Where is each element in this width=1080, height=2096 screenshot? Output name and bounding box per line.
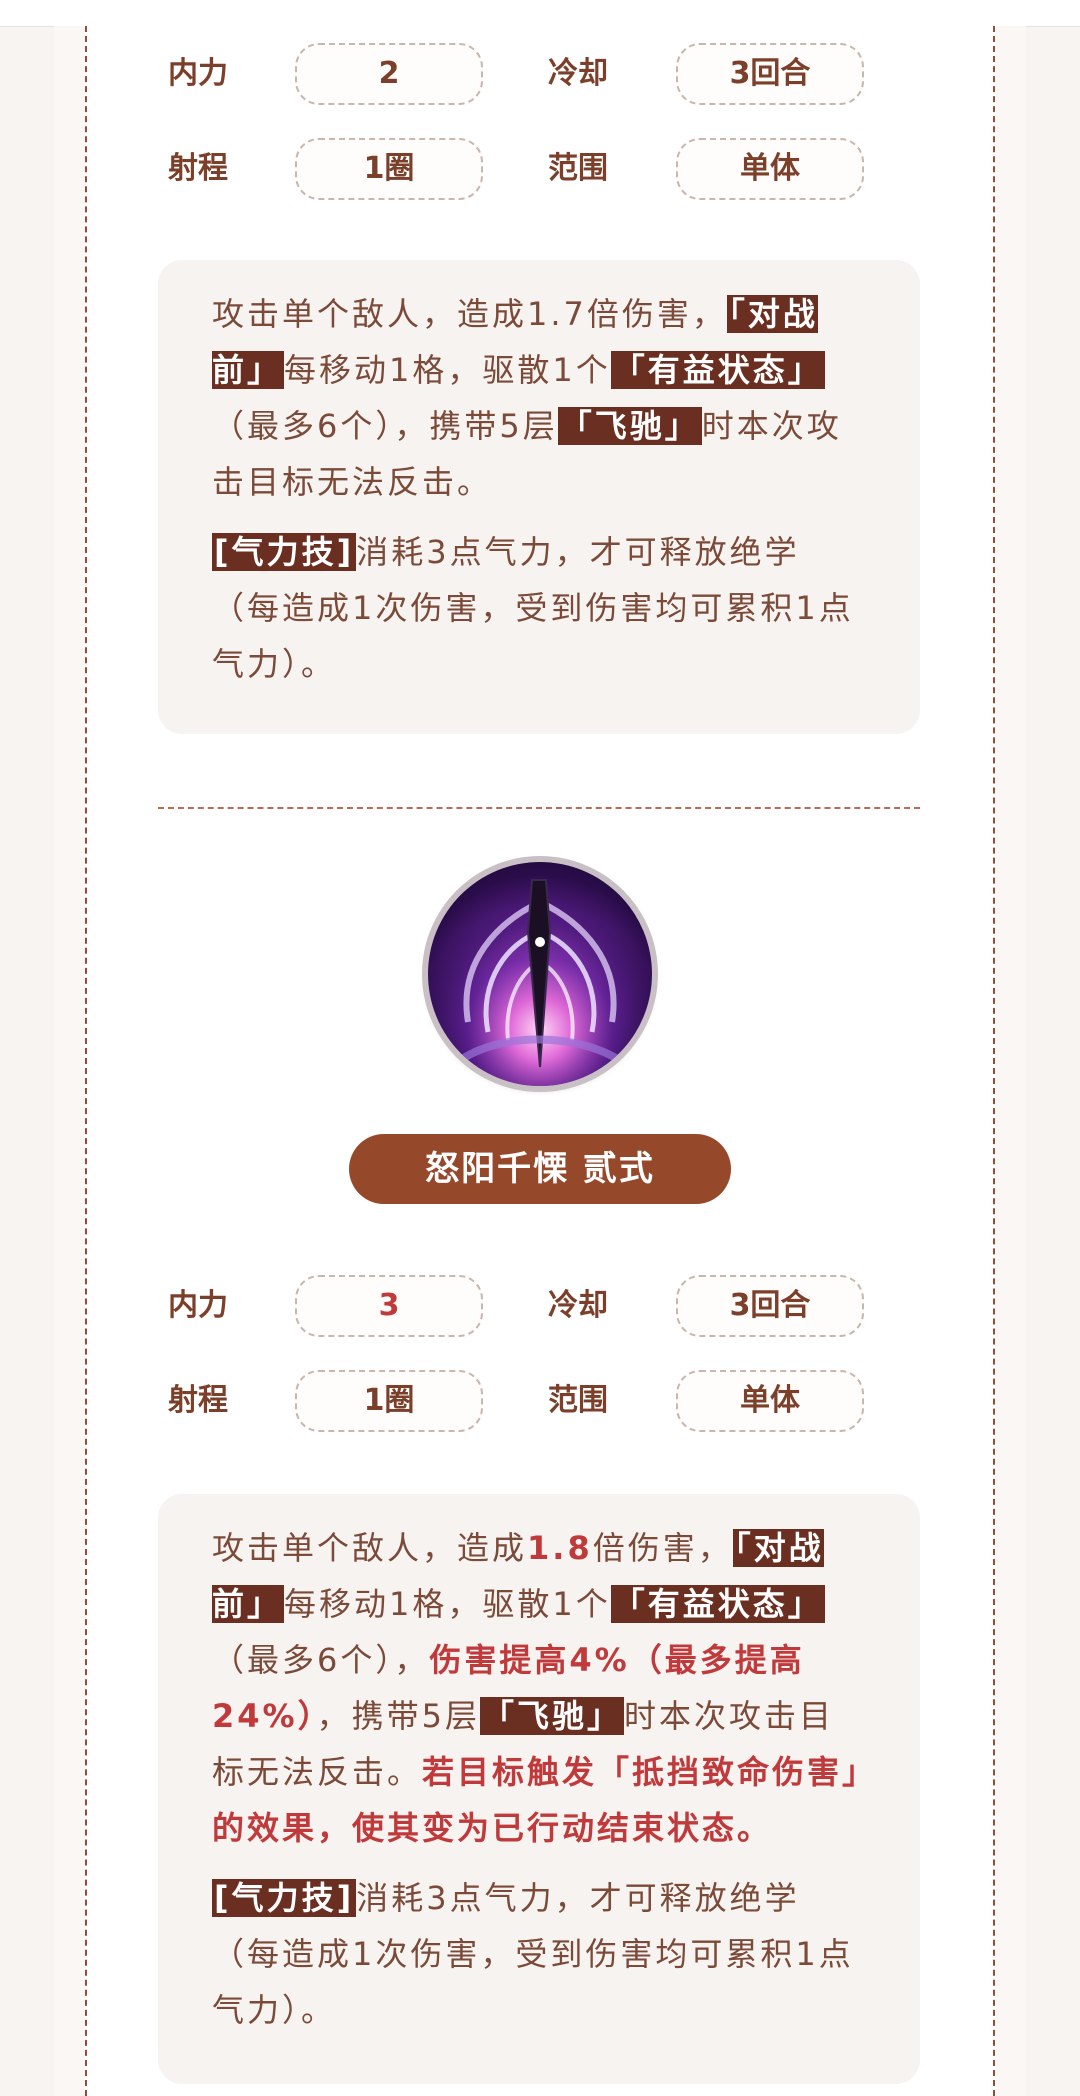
desc-text: （最多6个），携带5层	[212, 407, 558, 445]
skill2-desc-effect: 攻击单个敌人，造成1.8倍伤害，「对战前」每移动1格，驱散1个「有益状态」（最多…	[212, 1520, 866, 1856]
scope-value: 单体	[676, 138, 864, 200]
tag-buff-state: 「有益状态」	[610, 1585, 825, 1623]
desc-text: 攻击单个敌人，造成1.7倍伤害，	[212, 295, 727, 333]
desc-text: ，携带5层	[316, 1697, 480, 1735]
purple-blade-skill-icon	[428, 862, 652, 1086]
range-label: 射程	[168, 1383, 228, 1418]
scope-label: 范围	[548, 1383, 608, 1418]
section-divider	[158, 807, 920, 809]
neili-value: 2	[295, 43, 483, 105]
desc-text: 攻击单个敌人，造成	[212, 1529, 528, 1567]
tag-energy-skill: [气力技]	[212, 533, 357, 571]
skill-name-badge: 怒阳千慄 贰式	[349, 1134, 731, 1204]
tag-gallop: 「飞驰」	[557, 407, 702, 445]
skill1-desc-energy: [气力技]消耗3点气力，才可释放绝学（每造成1次伤害，受到伤害均可累积1点气力）…	[212, 524, 866, 692]
range-value: 1圈	[295, 1370, 483, 1432]
top-bar	[0, 0, 1080, 27]
skill1-desc-effect: 攻击单个敌人，造成1.7倍伤害，「对战前」每移动1格，驱散1个「有益状态」（最多…	[212, 286, 866, 510]
cooldown-label: 冷却	[548, 56, 608, 91]
skill1-description: 攻击单个敌人，造成1.7倍伤害，「对战前」每移动1格，驱散1个「有益状态」（最多…	[158, 260, 920, 734]
neili-label: 内力	[168, 1288, 228, 1323]
skill2-description: 攻击单个敌人，造成1.8倍伤害，「对战前」每移动1格，驱散1个「有益状态」（最多…	[158, 1494, 920, 2084]
desc-text: 每移动1格，驱散1个	[284, 1585, 611, 1623]
skill-art	[428, 862, 652, 1086]
range-label: 射程	[168, 151, 228, 186]
desc-text: （最多6个），	[212, 1641, 430, 1679]
scope-label: 范围	[548, 151, 608, 186]
desc-text: 倍伤害，	[592, 1529, 733, 1567]
skill2-desc-energy: [气力技]消耗3点气力，才可释放绝学（每造成1次伤害，受到伤害均可累积1点气力）…	[212, 1870, 866, 2038]
cooldown-value: 3回合	[676, 1275, 864, 1337]
highlight-multiplier: 1.8	[527, 1529, 593, 1567]
range-value: 1圈	[295, 138, 483, 200]
tag-energy-skill: [气力技]	[212, 1879, 357, 1917]
cooldown-value: 3回合	[676, 43, 864, 105]
tag-buff-state: 「有益状态」	[610, 351, 825, 389]
scope-value: 单体	[676, 1370, 864, 1432]
desc-text: 每移动1格，驱散1个	[284, 351, 611, 389]
neili-value: 3	[295, 1275, 483, 1337]
tag-gallop: 「飞驰」	[479, 1697, 624, 1735]
neili-label: 内力	[168, 56, 228, 91]
cooldown-label: 冷却	[548, 1288, 608, 1323]
